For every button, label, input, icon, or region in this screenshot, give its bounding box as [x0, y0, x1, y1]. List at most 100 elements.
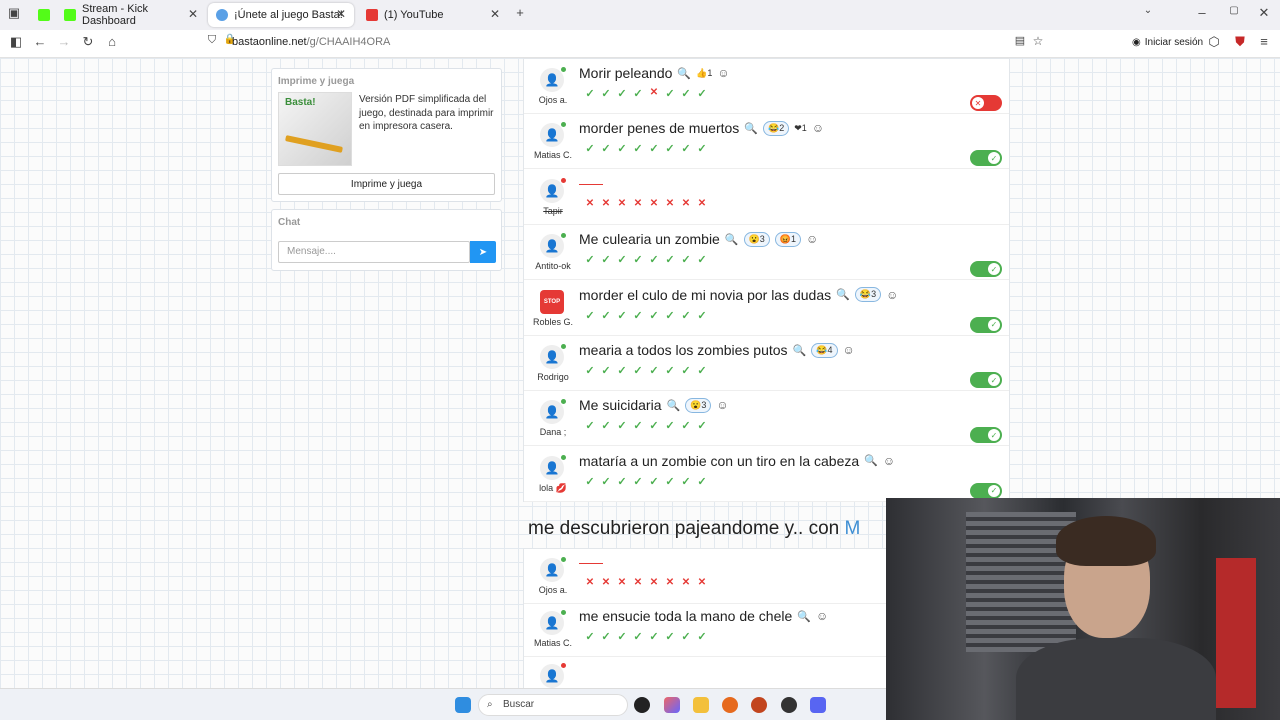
check-icon: ✓: [617, 420, 627, 433]
answer-row: STOP Robles G. morder el culo de mi novia …: [524, 281, 1009, 336]
validity-toggle[interactable]: ✓: [970, 427, 1002, 444]
add-reaction-icon[interactable]: ☺: [843, 343, 855, 357]
tab-overview-icon[interactable]: ▣: [4, 5, 24, 21]
add-reaction-icon[interactable]: ☺: [886, 288, 898, 302]
back-icon[interactable]: ←: [30, 34, 50, 49]
votes: ✓ ✓ ✓ ✓ ✓ ✓ ✓ ✓: [582, 309, 710, 322]
check-icon: ✓: [617, 475, 627, 488]
print-button[interactable]: Imprime y juega: [278, 173, 495, 195]
chat-send-button[interactable]: ➤: [470, 241, 496, 263]
close-icon: ✕: [972, 97, 984, 109]
new-tab-icon[interactable]: +: [510, 5, 530, 20]
search-icon[interactable]: 🔍: [744, 122, 758, 135]
reaction-badge[interactable]: 😂4: [811, 342, 838, 358]
username: Matias C.: [533, 150, 572, 161]
reload-icon[interactable]: ↻: [78, 34, 98, 50]
address-bar[interactable]: bastaonline.net/g/CHAAIH4ORA: [232, 36, 390, 48]
check-icon: ✓: [665, 143, 675, 156]
check-icon: ✓: [988, 484, 1000, 497]
username: Ojos a.: [538, 585, 568, 595]
chevron-down-icon[interactable]: ⌄: [1138, 5, 1158, 16]
tab-kick-pinned[interactable]: [30, 3, 56, 27]
reader-view-icon[interactable]: ▤: [1010, 34, 1030, 47]
validity-toggle[interactable]: ✓: [970, 482, 1002, 499]
reaction-badge[interactable]: 😂3: [854, 287, 882, 303]
votes: ✕ ✕ ✕ ✕ ✕ ✕ ✕ ✕: [582, 198, 710, 209]
folder-icon[interactable]: [693, 697, 709, 713]
reaction-count: 3: [871, 289, 877, 300]
reaction-count: 4: [827, 344, 833, 355]
signin-button[interactable]: ◉ Iniciar sesión: [1132, 37, 1203, 48]
validity-toggle[interactable]: ✓: [970, 372, 1002, 388]
ublock-icon[interactable]: ⛊: [1230, 34, 1250, 50]
reaction-badge[interactable]: 😡1: [774, 231, 802, 247]
validity-toggle[interactable]: ✓: [970, 150, 1002, 167]
validity-toggle[interactable]: ✓: [970, 316, 1002, 333]
search-icon[interactable]: 🔍: [864, 454, 878, 467]
status-dot: [561, 344, 566, 349]
cross-icon: ✕: [585, 197, 595, 209]
check-icon: ✓: [585, 420, 595, 433]
check-icon: ✓: [617, 254, 627, 267]
username: Matias C.: [533, 638, 572, 648]
check-icon: ✓: [697, 631, 707, 643]
print-preview-image: Basta!: [278, 92, 352, 166]
home-icon[interactable]: ⌂: [102, 34, 122, 49]
check-icon: ✓: [617, 631, 627, 643]
add-reaction-icon[interactable]: ☺: [883, 454, 895, 468]
search-icon[interactable]: 🔍: [725, 233, 739, 246]
discord-icon[interactable]: [810, 697, 826, 713]
reaction-badge[interactable]: 😮3: [685, 397, 712, 413]
sidebar-toggle-icon[interactable]: ◧: [6, 34, 26, 50]
reaction-badge[interactable]: ❤1: [794, 123, 807, 134]
taskbar-search[interactable]: ⌕ Buscar: [478, 694, 628, 716]
tab-kick-dashboard[interactable]: Stream - Kick Dashboard ✕: [56, 3, 206, 27]
search-icon[interactable]: 🔍: [793, 344, 807, 357]
extensions-icon[interactable]: ⬡: [1204, 34, 1224, 50]
copilot-icon[interactable]: [664, 697, 680, 713]
shield-icon[interactable]: ⛉: [202, 34, 222, 47]
app-icon[interactable]: [634, 697, 650, 713]
chat-card: Chat Mensaje.... ➤: [271, 209, 502, 271]
avatar: 👤: [540, 345, 564, 369]
firefox-icon[interactable]: [722, 697, 738, 713]
check-icon: ✓: [585, 254, 595, 267]
close-icon[interactable]: ✕: [336, 7, 346, 21]
add-reaction-icon[interactable]: ☺: [816, 609, 828, 623]
votes: ✓ ✓ ✓ ✓ ✓ ✓ ✓ ✓: [582, 630, 710, 643]
search-icon[interactable]: 🔍: [666, 399, 680, 412]
check-icon: ✓: [681, 631, 691, 643]
validity-toggle[interactable]: ✓: [970, 261, 1002, 278]
reaction-count: 1: [707, 67, 713, 78]
add-reaction-icon[interactable]: ☺: [806, 232, 818, 246]
reaction-badge[interactable]: 😮3: [743, 231, 770, 247]
tab-youtube[interactable]: (1) YouTube ✕: [358, 3, 508, 27]
search-icon[interactable]: 🔍: [677, 67, 691, 80]
avatar: 👤: [540, 664, 564, 688]
forward-icon[interactable]: →: [54, 34, 74, 49]
add-reaction-icon[interactable]: ☺: [716, 398, 728, 412]
app2-icon[interactable]: [751, 697, 767, 713]
start-icon[interactable]: [455, 697, 471, 713]
reaction-badge[interactable]: 👍1: [696, 68, 712, 79]
reaction-badge[interactable]: 😂2: [763, 120, 790, 136]
menu-icon[interactable]: ≡: [1254, 34, 1274, 49]
obs-icon[interactable]: [781, 697, 797, 713]
maximize-icon[interactable]: ▢: [1224, 5, 1244, 16]
tab-basta[interactable]: ¡Únete al juego Basta! ✕: [208, 3, 354, 27]
add-reaction-icon[interactable]: ☺: [717, 66, 729, 80]
answer-row: 👤 Dana ; Me suicidaria 🔍 😮3 ☺ ✓ ✓ ✓ ✓ ✓ ✓ ✓ ✓ ✓: [524, 391, 1009, 447]
close-icon[interactable]: ✕: [490, 7, 500, 21]
answer-text-line: [579, 176, 603, 185]
add-reaction-icon[interactable]: ☺: [812, 121, 824, 135]
check-icon: ✓: [649, 143, 659, 156]
minimize-icon[interactable]: –: [1192, 5, 1212, 20]
validity-toggle[interactable]: ✕: [970, 95, 1002, 111]
window-close-icon[interactable]: ✕: [1254, 5, 1274, 21]
search-icon[interactable]: 🔍: [797, 610, 811, 623]
reaction-count: 1: [791, 233, 797, 244]
search-icon[interactable]: 🔍: [836, 288, 850, 301]
close-icon[interactable]: ✕: [188, 7, 198, 21]
bookmark-star-icon[interactable]: ☆: [1028, 34, 1048, 48]
chat-input[interactable]: Mensaje....: [278, 241, 470, 263]
